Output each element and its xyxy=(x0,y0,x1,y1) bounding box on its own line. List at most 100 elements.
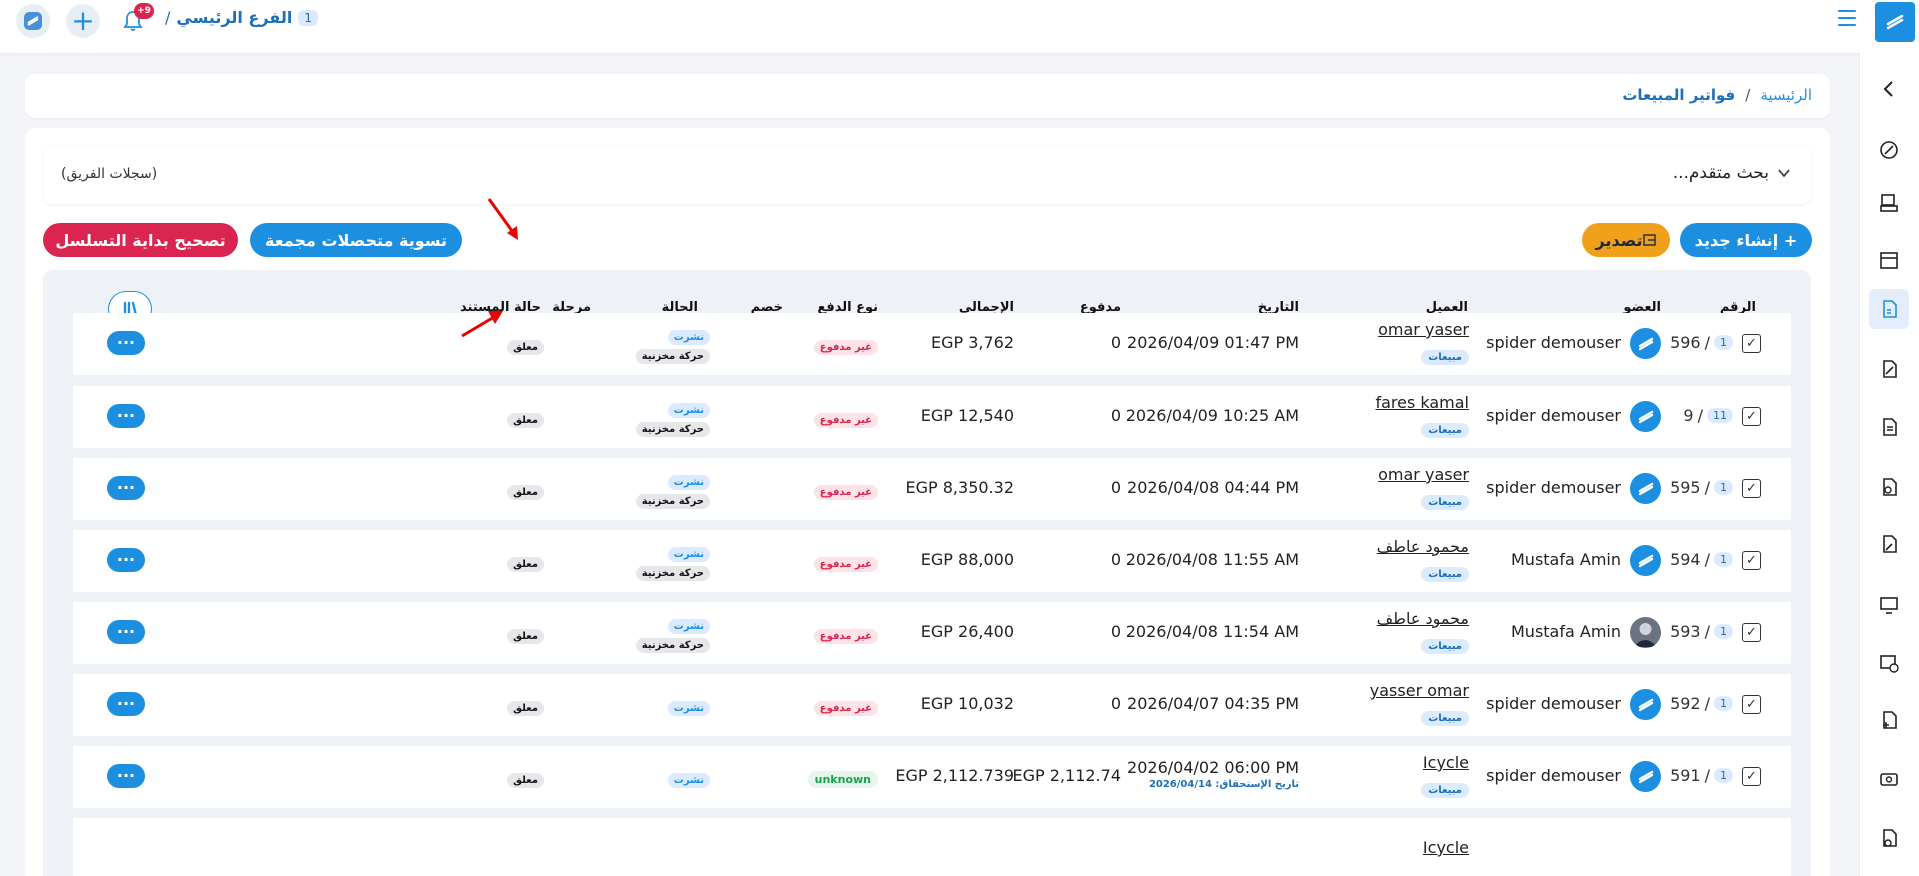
table-row[interactable]: ✓ 11/9 spider demouser fares kamal مبيعات 202… xyxy=(73,386,1791,448)
row-actions-button[interactable]: ··· xyxy=(107,476,145,500)
invoice-date: 2026/04/08 04:44 PM xyxy=(1127,478,1299,497)
status-published-badge: نشرت xyxy=(667,619,710,634)
dashboard-icon[interactable] xyxy=(1869,130,1909,170)
invoice-number[interactable]: 1/596 xyxy=(1670,333,1733,352)
add-client-icon[interactable] xyxy=(1869,643,1909,683)
total-amount: EGP 12,540 xyxy=(920,406,1014,425)
row-checkbox[interactable]: ✓ xyxy=(1742,334,1761,353)
row-actions-button[interactable]: ··· xyxy=(107,404,145,428)
team-log-link[interactable]: (سجلات الفريق) xyxy=(61,166,157,182)
annotation-arrow-icon xyxy=(461,311,503,338)
client-link[interactable]: omar yaser xyxy=(1378,465,1469,484)
branch-badge: 11 xyxy=(1707,408,1733,423)
payment-type-badge: غير مدفوع xyxy=(813,701,878,716)
table-row[interactable]: ✓ 1/594 Mustafa Amin محمود عاطف مبيعات 2026/0… xyxy=(73,530,1791,592)
export-button[interactable]: تصدير xyxy=(1582,223,1670,257)
client-type-badge: مبيعات xyxy=(1421,783,1469,798)
payments-icon[interactable] xyxy=(1869,818,1909,858)
advanced-search-panel[interactable]: بحث متقدم... (سجلات الفريق) xyxy=(43,146,1811,204)
table-row[interactable]: ✓ 1/595 spider demouser omar yaser مبيعات 202… xyxy=(73,458,1791,520)
client-type-badge: مبيعات xyxy=(1421,639,1469,654)
avatar xyxy=(1630,401,1661,432)
client-type-badge: مبيعات xyxy=(1421,567,1469,582)
client-link[interactable]: Icycle xyxy=(1423,753,1469,772)
client-link[interactable]: yasser omar xyxy=(1370,681,1469,700)
debit-notes-icon[interactable] xyxy=(1869,524,1909,564)
client-link[interactable]: Icycle xyxy=(1423,838,1469,857)
total-amount: EGP 26,400 xyxy=(920,622,1014,641)
client-link[interactable]: omar yaser xyxy=(1378,320,1469,339)
breadcrumb-home-link[interactable]: الرئيسية xyxy=(1760,86,1812,104)
documents-icon[interactable] xyxy=(1869,407,1909,447)
table-row[interactable]: ✓ 1/591 spider demouser Icycle مبيعات 2026/04… xyxy=(73,746,1791,808)
invoice-number[interactable]: 1/591 xyxy=(1670,766,1733,785)
store-icon[interactable] xyxy=(1869,240,1909,280)
client-link[interactable]: fares kamal xyxy=(1375,393,1469,412)
menu-icon[interactable] xyxy=(1838,10,1856,26)
client-link[interactable]: محمود عاطف xyxy=(1377,609,1469,628)
table-row[interactable]: ✓ 1/593 Mustafa Amin محمود عاطف مبيعات 2026/0… xyxy=(73,602,1791,664)
avatar xyxy=(1630,545,1661,576)
pos-icon[interactable] xyxy=(1869,183,1909,223)
row-actions-button[interactable]: ··· xyxy=(107,764,145,788)
fix-sequence-button[interactable]: تصحيح بداية التسلسل xyxy=(43,223,238,257)
table-row[interactable]: ✓ 1/592 spider demouser yasser omar مبيعات 20… xyxy=(73,674,1791,736)
paid-amount: 0 xyxy=(1110,333,1121,352)
row-checkbox[interactable]: ✓ xyxy=(1742,407,1761,426)
app-logo-icon[interactable] xyxy=(16,4,50,38)
invoice-number[interactable]: 11/9 xyxy=(1683,406,1733,425)
invoice-date: 2026/04/09 01:47 PM xyxy=(1127,333,1299,352)
avatar xyxy=(1630,328,1661,359)
invoice-number[interactable]: 1/592 xyxy=(1670,694,1733,713)
invoice-number-value: 9 xyxy=(1683,406,1694,425)
invoice-number[interactable]: 1/595 xyxy=(1670,478,1733,497)
due-date: تاريخ الإستحقاق: 2026/04/14 xyxy=(1148,779,1299,790)
returns-icon[interactable] xyxy=(1869,349,1909,389)
brand-logo-icon[interactable] xyxy=(1875,2,1915,42)
client-link[interactable]: محمود عاطف xyxy=(1377,537,1469,556)
row-checkbox[interactable]: ✓ xyxy=(1742,623,1761,642)
invoice-number[interactable]: 1/593 xyxy=(1670,622,1733,641)
member-name: spider demouser xyxy=(1486,766,1621,785)
row-checkbox[interactable]: ✓ xyxy=(1742,767,1761,786)
paid-amount: 0 xyxy=(1110,478,1121,497)
bulk-settlement-button[interactable]: تسوية متحصلات مجمعة xyxy=(250,223,462,257)
status-published-badge: نشرت xyxy=(667,547,710,562)
create-new-button[interactable]: + إنشاء جديد xyxy=(1680,223,1812,257)
add-icon[interactable]: + xyxy=(66,4,100,38)
row-actions-button[interactable]: ··· xyxy=(107,692,145,716)
monitor-icon[interactable] xyxy=(1869,585,1909,625)
row-actions-button[interactable]: ··· xyxy=(107,620,145,644)
cash-icon[interactable] xyxy=(1869,759,1909,799)
export-label: تصدير xyxy=(1595,230,1643,250)
row-actions-button[interactable]: ··· xyxy=(107,548,145,572)
status-published-badge: نشرت xyxy=(667,475,710,490)
add-document-icon[interactable] xyxy=(1869,700,1909,740)
sidebar xyxy=(1859,53,1919,876)
advanced-search-label: بحث متقدم... xyxy=(1672,163,1769,183)
row-checkbox[interactable]: ✓ xyxy=(1742,479,1761,498)
credit-notes-icon[interactable] xyxy=(1869,467,1909,507)
total-amount: EGP 3,762 xyxy=(930,333,1014,352)
total-amount: EGP 88,000 xyxy=(920,550,1014,569)
row-checkbox[interactable]: ✓ xyxy=(1742,695,1761,714)
row-checkbox[interactable]: ✓ xyxy=(1742,551,1761,570)
status-stock-badge: حركة مخزنية xyxy=(635,422,710,437)
invoices-table: الرقم العضو العميل التاريخ مدفوع الإجمال… xyxy=(43,270,1811,876)
table-row[interactable]: Icycle xyxy=(73,818,1791,876)
invoice-number[interactable]: 1/594 xyxy=(1670,550,1733,569)
advanced-search-toggle[interactable]: بحث متقدم... xyxy=(1673,163,1791,183)
branch-badge: 1 xyxy=(1714,624,1733,639)
avatar xyxy=(1630,761,1661,792)
client-type-badge: مبيعات xyxy=(1421,711,1469,726)
branch-name: الفرع الرئيسي xyxy=(176,8,293,27)
collapse-sidebar-icon[interactable] xyxy=(1869,69,1909,109)
branch-number: 1 xyxy=(298,9,318,26)
annotation-arrow-icon xyxy=(487,198,518,240)
doc-status-badge: معلق xyxy=(507,773,544,788)
branch-selector[interactable]: 1 الفرع الرئيسي / xyxy=(165,8,318,27)
table-row[interactable]: ✓ 1/596 spider demouser omar yaser مبيعات 202… xyxy=(73,313,1791,375)
sales-invoices-icon[interactable] xyxy=(1869,289,1909,329)
row-actions-button[interactable]: ··· xyxy=(107,331,145,355)
breadcrumb-current: فواتير المبيعات xyxy=(1622,86,1736,104)
